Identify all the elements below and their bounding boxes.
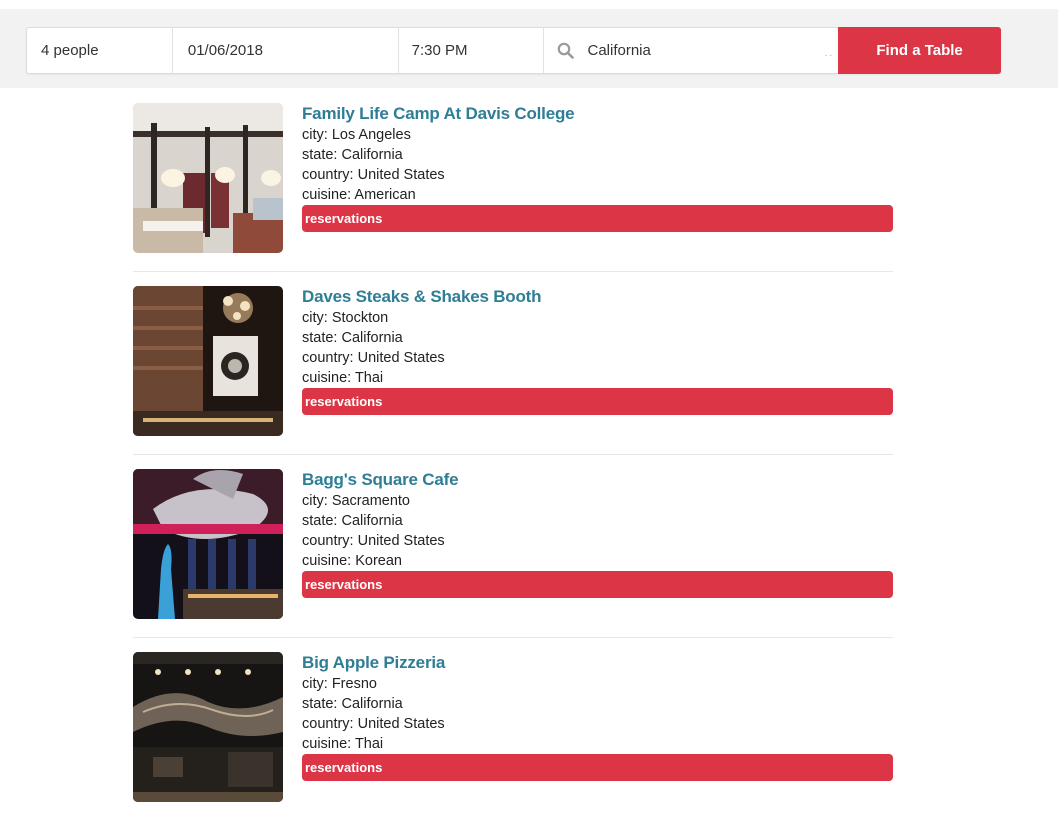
card-divider [133,454,893,455]
restaurant-state: state: California [302,511,893,531]
country-label: country: [302,167,358,183]
state-label: state: [302,696,342,712]
time-value: 7:30 PM [411,42,468,59]
country-value: United States [357,716,445,732]
state-value: California [341,330,403,346]
restaurant-name-link[interactable]: Big Apple Pizzeria [302,652,893,674]
restaurant-card: Big Apple Pizzeria city: Fresno state: C… [133,652,893,835]
search-bar: 4 people 01/06/2018 7:30 PM California .… [26,27,1001,74]
restaurant-card: Daves Steaks & Shakes Booth city: Stockt… [133,286,893,469]
city-value: Fresno [331,676,377,692]
state-label: state: [302,147,342,163]
reservations-button[interactable]: reservations [302,571,893,598]
card-divider [133,637,893,638]
restaurant-country: country: United States [302,531,893,551]
restaurant-country: country: United States [302,165,893,185]
restaurant-info: Daves Steaks & Shakes Booth city: Stockt… [302,286,893,415]
cuisine-value: Thai [354,736,384,752]
restaurant-name-link[interactable]: Family Life Camp At Davis College [302,103,893,125]
restaurant-photo[interactable] [133,469,283,619]
country-value: United States [357,350,445,366]
country-label: country: [302,716,358,732]
card-divider [133,271,893,272]
date-value: 01/06/2018 [187,42,263,59]
cuisine-value: American [354,187,416,203]
restaurant-country: country: United States [302,714,893,734]
country-value: United States [357,533,445,549]
country-label: country: [302,533,358,549]
restaurant-info: Big Apple Pizzeria city: Fresno state: C… [302,652,893,781]
city-value: Los Angeles [331,127,411,143]
country-label: country: [302,350,358,366]
cuisine-value: Thai [354,370,384,386]
restaurant-photo[interactable] [133,652,283,802]
party-size-select[interactable]: 4 people [27,28,173,73]
restaurant-city: city: Sacramento [302,491,893,511]
restaurant-city: city: Stockton [302,308,893,328]
restaurant-country: country: United States [302,348,893,368]
state-value: California [341,696,403,712]
find-a-table-button[interactable]: Find a Table [838,27,1001,74]
time-select[interactable]: 7:30 PM [399,28,545,73]
restaurant-photo[interactable] [133,103,283,253]
input-ellipsis: .. [824,48,835,59]
cuisine-label: cuisine: [302,553,356,569]
restaurant-state: state: California [302,145,893,165]
state-value: California [341,513,403,529]
reservations-button[interactable]: reservations [302,754,893,781]
search-icon [557,42,575,59]
location-input[interactable]: California .. [544,28,838,73]
party-size-value: 4 people [41,42,99,59]
search-band: 4 people 01/06/2018 7:30 PM California .… [0,9,1058,88]
state-label: state: [302,330,342,346]
restaurant-cuisine: cuisine: Thai [302,734,893,754]
cuisine-value: Korean [355,553,402,569]
restaurant-name-link[interactable]: Daves Steaks & Shakes Booth [302,286,893,308]
city-label: city: [302,676,332,692]
restaurant-card: Family Life Camp At Davis College city: … [133,103,893,286]
restaurant-info: Bagg's Square Cafe city: Sacramento stat… [302,469,893,598]
restaurant-cuisine: cuisine: American [302,185,893,205]
restaurant-city: city: Fresno [302,674,893,694]
city-label: city: [302,310,332,326]
reservations-button[interactable]: reservations [302,205,893,232]
cuisine-label: cuisine: [302,736,355,752]
city-value: Stockton [331,310,389,326]
city-value: Sacramento [331,493,410,509]
cuisine-label: cuisine: [302,187,355,203]
location-value: California [587,42,651,59]
city-label: city: [302,493,332,509]
restaurant-card: Bagg's Square Cafe city: Sacramento stat… [133,469,893,652]
state-value: California [341,147,403,163]
restaurant-name-link[interactable]: Bagg's Square Cafe [302,469,893,491]
restaurant-state: state: California [302,328,893,348]
reservations-button[interactable]: reservations [302,388,893,415]
restaurant-info: Family Life Camp At Davis College city: … [302,103,893,232]
restaurant-photo[interactable] [133,286,283,436]
country-value: United States [357,167,445,183]
date-picker[interactable]: 01/06/2018 [173,28,399,73]
restaurant-city: city: Los Angeles [302,125,893,145]
results-list: Family Life Camp At Davis College city: … [133,103,893,835]
state-label: state: [302,513,342,529]
cuisine-label: cuisine: [302,370,355,386]
restaurant-cuisine: cuisine: Korean [302,551,893,571]
restaurant-state: state: California [302,694,893,714]
restaurant-cuisine: cuisine: Thai [302,368,893,388]
city-label: city: [302,127,332,143]
